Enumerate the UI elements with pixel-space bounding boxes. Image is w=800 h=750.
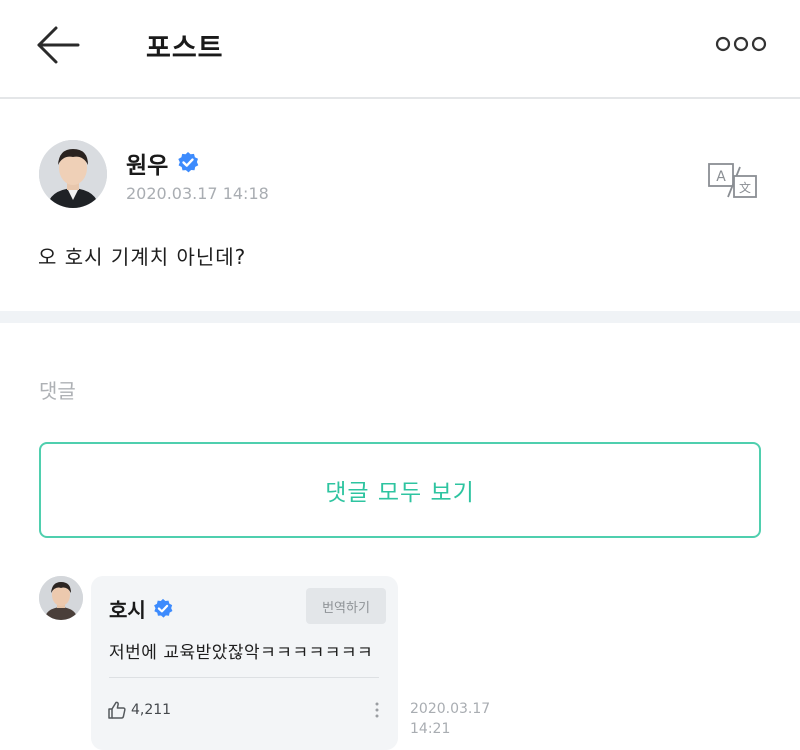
section-divider [0,311,800,323]
post-body: 오 호시 기계치 아닌데? [38,245,247,269]
comment-text: 저번에 교육받았잖악ㅋㅋㅋㅋㅋㅋㅋ [109,643,374,663]
author-name[interactable]: 원우 [126,146,168,180]
author-avatar[interactable] [39,140,107,208]
like-count: 4,211 [131,702,172,718]
comment-divider [109,677,379,678]
profile-photo [39,140,107,208]
comment-clock: 14:21 [410,721,451,737]
comment-translate-button[interactable]: 번역하기 [306,588,386,624]
post-card: 원우 2020.03.17 14:18 A 文 오 호시 기계치 아닌데? [0,101,800,311]
comment-bubble: 호시 번역하기 저번에 교육받았잖악ㅋㅋㅋㅋㅋㅋㅋ 4,211 [91,576,398,750]
translate-icon: A 文 [708,163,757,198]
back-button[interactable] [34,24,82,66]
comments-heading: 댓글 [39,379,76,403]
svg-text:文: 文 [739,180,751,195]
like-button[interactable]: 4,211 [107,700,171,720]
view-all-comments-button[interactable]: 댓글 모두 보기 [39,442,761,538]
post-page: 포스트 원우 2020.03.17 14:18 A 文 오 호시 기계치 아닌데… [0,0,800,750]
arrow-left-icon [37,26,80,64]
comment-date: 2020.03.17 [410,701,491,717]
verified-badge-icon [178,152,199,173]
page-title: 포스트 [146,33,224,64]
translate-button[interactable]: A 文 [706,161,760,201]
author-row: 원우 [126,146,200,180]
comment-author-avatar[interactable] [39,576,83,620]
post-timestamp: 2020.03.17 14:18 [126,184,269,203]
thumbs-up-icon [108,701,126,719]
comment-timestamp: 2020.03.17 14:21 [410,699,490,739]
vertical-dots-icon [375,702,379,718]
more-dots-icon [715,36,767,52]
comment-author-row: 호시 [109,594,174,623]
more-options-button[interactable] [712,30,770,58]
svg-text:A: A [716,169,726,185]
comment-more-button[interactable] [371,700,383,720]
comment-author-name[interactable]: 호시 [109,594,146,623]
profile-photo [39,576,83,620]
verified-badge-icon [153,598,173,618]
app-header: 포스트 [0,0,800,99]
